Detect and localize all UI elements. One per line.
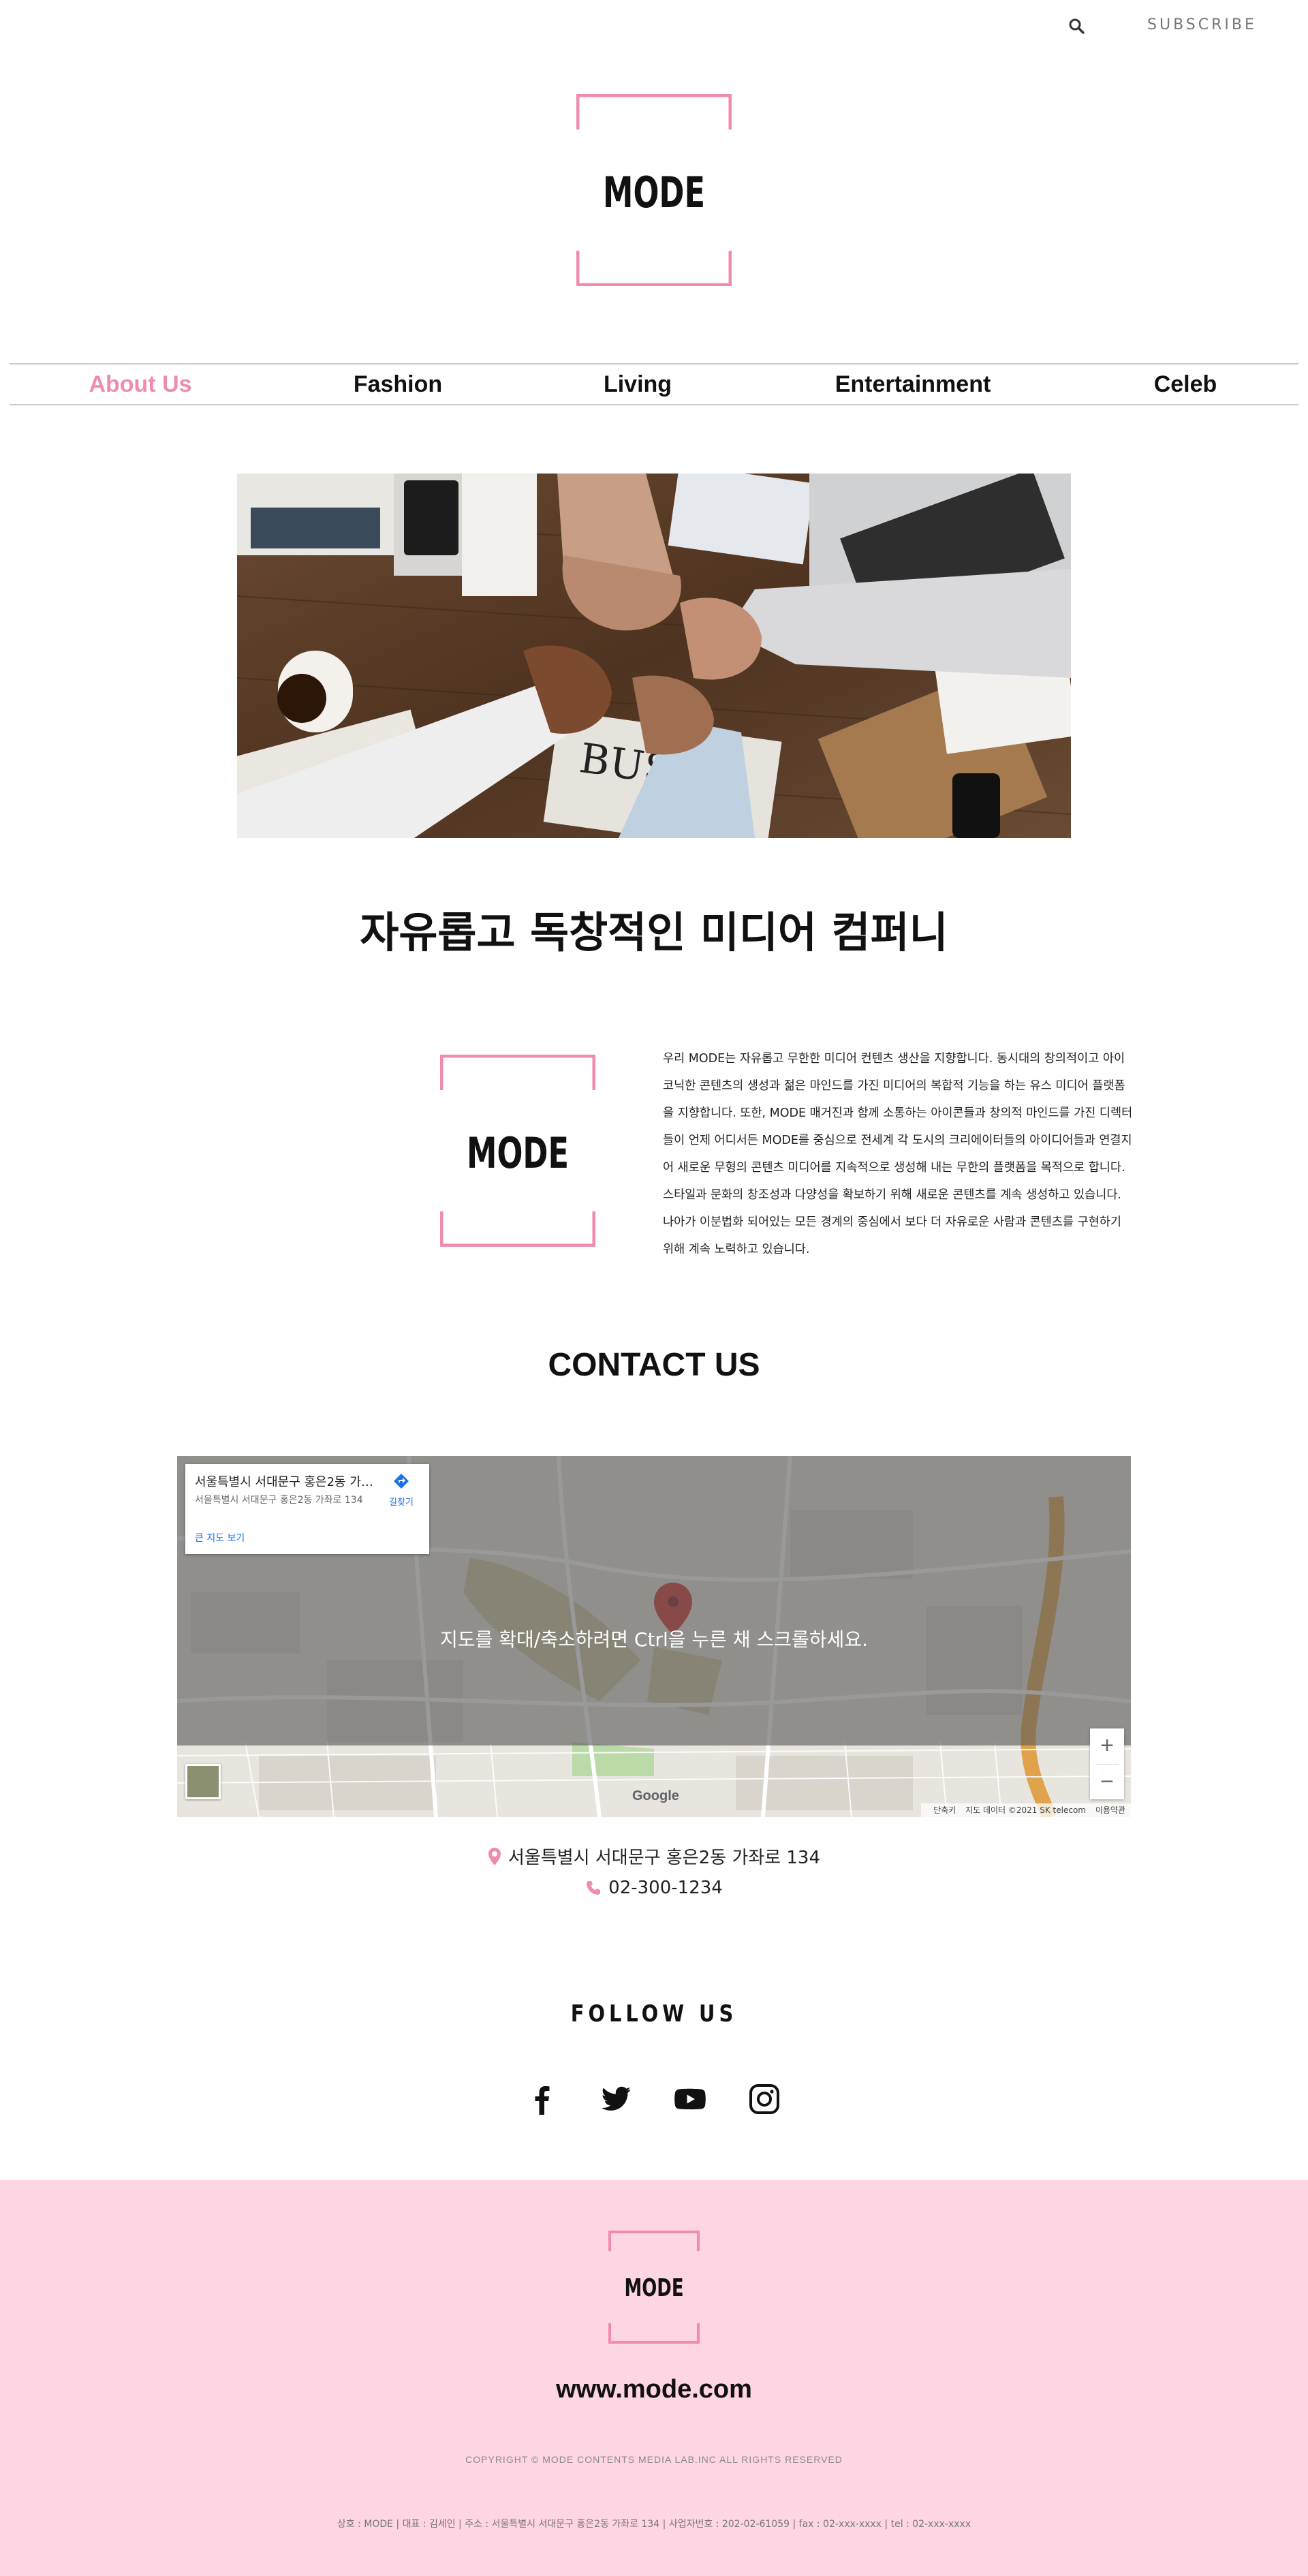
search-icon[interactable] [1067,16,1087,37]
contact-phone: 02-300-1234 [0,1878,1308,1898]
top-bar: SUBSCRIBE [0,0,1308,53]
contact-address: 서울특별시 서대문구 홍은2동 가좌로 134 [0,1844,1308,1869]
map-shortcuts-link[interactable]: 단축키 [933,1805,956,1815]
nav-item-celeb[interactable]: Celeb [1154,371,1217,398]
logo-text: MODE [624,2274,684,2302]
phone-icon [587,1881,601,1895]
main-nav: About Us Fashion Living Entertainment Ce… [10,363,1298,405]
satellite-toggle[interactable] [185,1764,221,1799]
youtube-icon[interactable] [673,2082,707,2116]
directions-icon [394,1474,409,1489]
directions-button[interactable]: 길찾기 [386,1472,417,1508]
footer-copyright: COPYRIGHT © MODE CONTENTS MEDIA LAB.INC … [465,2454,843,2465]
about-logo: MODE [440,1055,595,1247]
contact-title: CONTACT US [548,1347,760,1383]
nav-item-entertainment[interactable]: Entertainment [835,371,991,398]
hero-image: BUS [237,474,1071,838]
logo-text: MODE [603,168,705,217]
map-zoom-hint: 지도를 확대/축소하려면 Ctrl을 누른 채 스크롤하세요. [440,1628,868,1651]
header-logo[interactable]: MODE [576,94,732,286]
contact-address-text: 서울특별시 서대문구 홍은2동 가좌로 134 [508,1848,821,1868]
map-card-title: 서울특별시 서대문구 홍은2동 가좌로 134 [195,1475,373,1489]
google-logo: Google [632,1788,679,1803]
social-links [0,2082,1308,2116]
map-attribution: 단축키 지도 데이터 ©2021 SK telecom 이용약관 [921,1803,1131,1817]
about-headline: 자유롭고 독창적인 미디어 컴퍼니 [360,907,948,957]
nav-item-fashion[interactable]: Fashion [354,371,442,398]
subscribe-link[interactable]: SUBSCRIBE [1147,16,1257,33]
directions-label: 길찾기 [389,1498,414,1508]
nav-item-about-us[interactable]: About Us [89,371,191,398]
footer-website[interactable]: www.mode.com [0,2375,1308,2404]
contact-phone-text: 02-300-1234 [608,1878,723,1898]
footer-business-info: 상호 : MODE | 대표 : 김세인 | 주소 : 서울특별시 서대문구 홍… [337,2519,971,2530]
logo-text: MODE [467,1128,569,1178]
map-embed[interactable]: 지도를 확대/축소하려면 Ctrl을 누른 채 스크롤하세요. 서울특별시 서대… [177,1456,1131,1817]
zoom-in-button[interactable]: + [1090,1728,1124,1764]
zoom-out-button[interactable]: − [1090,1765,1124,1800]
map-card-address: 서울특별시 서대문구 홍은2동 가좌로 134 [195,1495,363,1506]
footer-logo[interactable]: MODE [608,2231,700,2344]
nav-item-living[interactable]: Living [604,371,672,398]
map-data-credit: 지도 데이터 ©2021 SK telecom [965,1805,1086,1815]
follow-title: FOLLOW US [570,2000,738,2028]
larger-map-link[interactable]: 큰 지도 보기 [195,1531,245,1545]
map-terms-link[interactable]: 이용약관 [1095,1805,1125,1815]
about-body: 우리 MODE는 자유롭고 무한한 미디어 컨텐츠 생산을 지향합니다. 동시대… [663,1052,1133,1256]
facebook-icon[interactable] [525,2082,559,2116]
instagram-icon[interactable] [747,2082,781,2116]
map-info-card: 서울특별시 서대문구 홍은2동 가좌로 134 서울특별시 서대문구 홍은2동 … [185,1464,429,1554]
map-zoom-controls: + − [1090,1728,1124,1799]
location-pin-icon [488,1848,501,1865]
twitter-icon[interactable] [599,2082,633,2116]
